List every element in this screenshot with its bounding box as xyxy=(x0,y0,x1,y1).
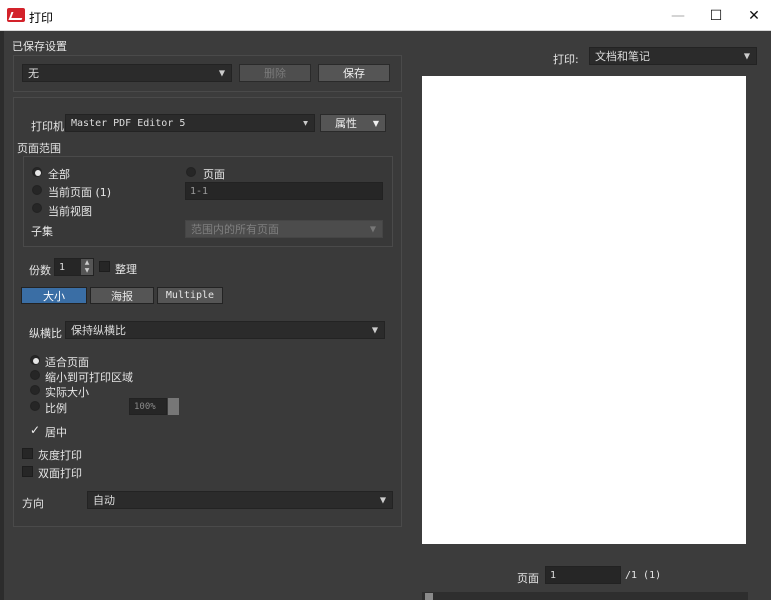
ratio-stepper-icon[interactable] xyxy=(168,398,179,415)
all-pages-radio[interactable] xyxy=(32,167,42,177)
current-view-label: 当前视图 xyxy=(48,205,92,218)
aspect-ratio-dropdown[interactable]: 保持纵横比 ▼ xyxy=(65,321,385,339)
orientation-dropdown[interactable]: 自动 ▼ xyxy=(87,491,393,509)
ratio-label: 比例 xyxy=(45,402,67,415)
current-view-radio[interactable] xyxy=(32,203,42,213)
saved-settings-heading: 已保存设置 xyxy=(12,40,67,53)
center-label: 居中 xyxy=(45,426,67,439)
aspect-ratio-label: 纵横比 xyxy=(29,327,62,340)
chevron-down-icon: ▼ xyxy=(371,325,378,335)
saved-settings-value: 无 xyxy=(28,67,39,80)
chevron-down-icon: ▼ xyxy=(372,118,379,128)
subset-label: 子集 xyxy=(31,225,53,238)
chevron-down-icon: ▼ xyxy=(218,68,225,78)
actual-size-label: 实际大小 xyxy=(45,386,89,399)
actual-size-radio[interactable] xyxy=(30,385,40,395)
shrink-label: 缩小到可打印区域 xyxy=(45,371,133,384)
chevron-down-icon: ▼ xyxy=(369,224,376,234)
grayscale-checkbox[interactable] xyxy=(22,448,33,459)
printer-value: Master PDF Editor 5 xyxy=(71,117,186,129)
print-preview-page xyxy=(422,76,746,544)
page-number-label: 页面 xyxy=(517,572,539,585)
subset-dropdown[interactable]: 范围内的所有页面 ▼ xyxy=(185,220,383,238)
pages-label: 页面 xyxy=(203,168,225,181)
shrink-radio[interactable] xyxy=(30,370,40,380)
aspect-ratio-value: 保持纵横比 xyxy=(71,324,126,337)
properties-label: 属性 xyxy=(335,117,357,130)
app-logo-icon xyxy=(7,8,25,22)
page-number-input[interactable]: 1 xyxy=(545,566,621,584)
fit-page-label: 适合页面 xyxy=(45,356,89,369)
pages-range-input[interactable]: 1-1 xyxy=(185,182,383,200)
save-button[interactable]: 保存 xyxy=(318,64,390,82)
chevron-down-icon: ▼ xyxy=(743,51,750,61)
title-bar: 打印 — ☐ ✕ xyxy=(0,0,771,31)
left-edge xyxy=(0,31,4,600)
chevron-down-icon: ▼ xyxy=(379,495,386,505)
delete-button[interactable]: 删除 xyxy=(239,64,311,82)
fit-page-radio[interactable] xyxy=(30,355,40,365)
close-button[interactable]: ✕ xyxy=(731,0,771,31)
subset-value: 范围内的所有页面 xyxy=(191,223,279,236)
print-content-value: 文档和笔记 xyxy=(595,50,650,63)
chevron-down-icon: ▼ xyxy=(303,118,308,128)
copies-label: 份数 xyxy=(29,264,51,277)
page-range-heading: 页面范围 xyxy=(17,142,61,155)
orientation-value: 自动 xyxy=(93,494,115,507)
saved-settings-dropdown[interactable]: 无 ▼ xyxy=(22,64,232,82)
printer-dropdown[interactable]: Master PDF Editor 5 ▼ xyxy=(65,114,315,132)
tab-multiple[interactable]: Multiple xyxy=(157,287,223,304)
copies-value: 1 xyxy=(59,261,66,273)
print-content-dropdown[interactable]: 文档和笔记 ▼ xyxy=(589,47,757,65)
collate-label: 整理 xyxy=(115,263,137,276)
page-total: /1 (1) xyxy=(625,570,662,581)
checkmark-icon[interactable]: ✓ xyxy=(30,423,40,437)
current-page-label: 当前页面 (1) xyxy=(48,186,112,199)
printer-label: 打印机 xyxy=(31,120,64,133)
tab-poster[interactable]: 海报 xyxy=(90,287,154,304)
stepper-arrows-icon[interactable]: ▲ ▼ xyxy=(81,259,93,275)
ratio-radio[interactable] xyxy=(30,401,40,411)
preview-scrollbar[interactable] xyxy=(422,592,748,600)
pages-radio[interactable] xyxy=(186,167,196,177)
grayscale-label: 灰度打印 xyxy=(38,449,82,462)
duplex-label: 双面打印 xyxy=(38,467,82,480)
printer-properties-button[interactable]: 属性 ▼ xyxy=(320,114,386,132)
duplex-checkbox[interactable] xyxy=(22,466,33,477)
current-page-radio[interactable] xyxy=(32,185,42,195)
tab-size[interactable]: 大小 xyxy=(21,287,87,304)
orientation-label: 方向 xyxy=(22,497,44,510)
all-pages-label: 全部 xyxy=(48,168,70,181)
preview-scroll-handle[interactable] xyxy=(425,593,433,600)
ratio-input[interactable]: 100% xyxy=(129,398,167,415)
collate-checkbox[interactable] xyxy=(99,261,110,272)
window-title: 打印 xyxy=(29,11,54,25)
print-content-label: 打印: xyxy=(553,53,579,66)
